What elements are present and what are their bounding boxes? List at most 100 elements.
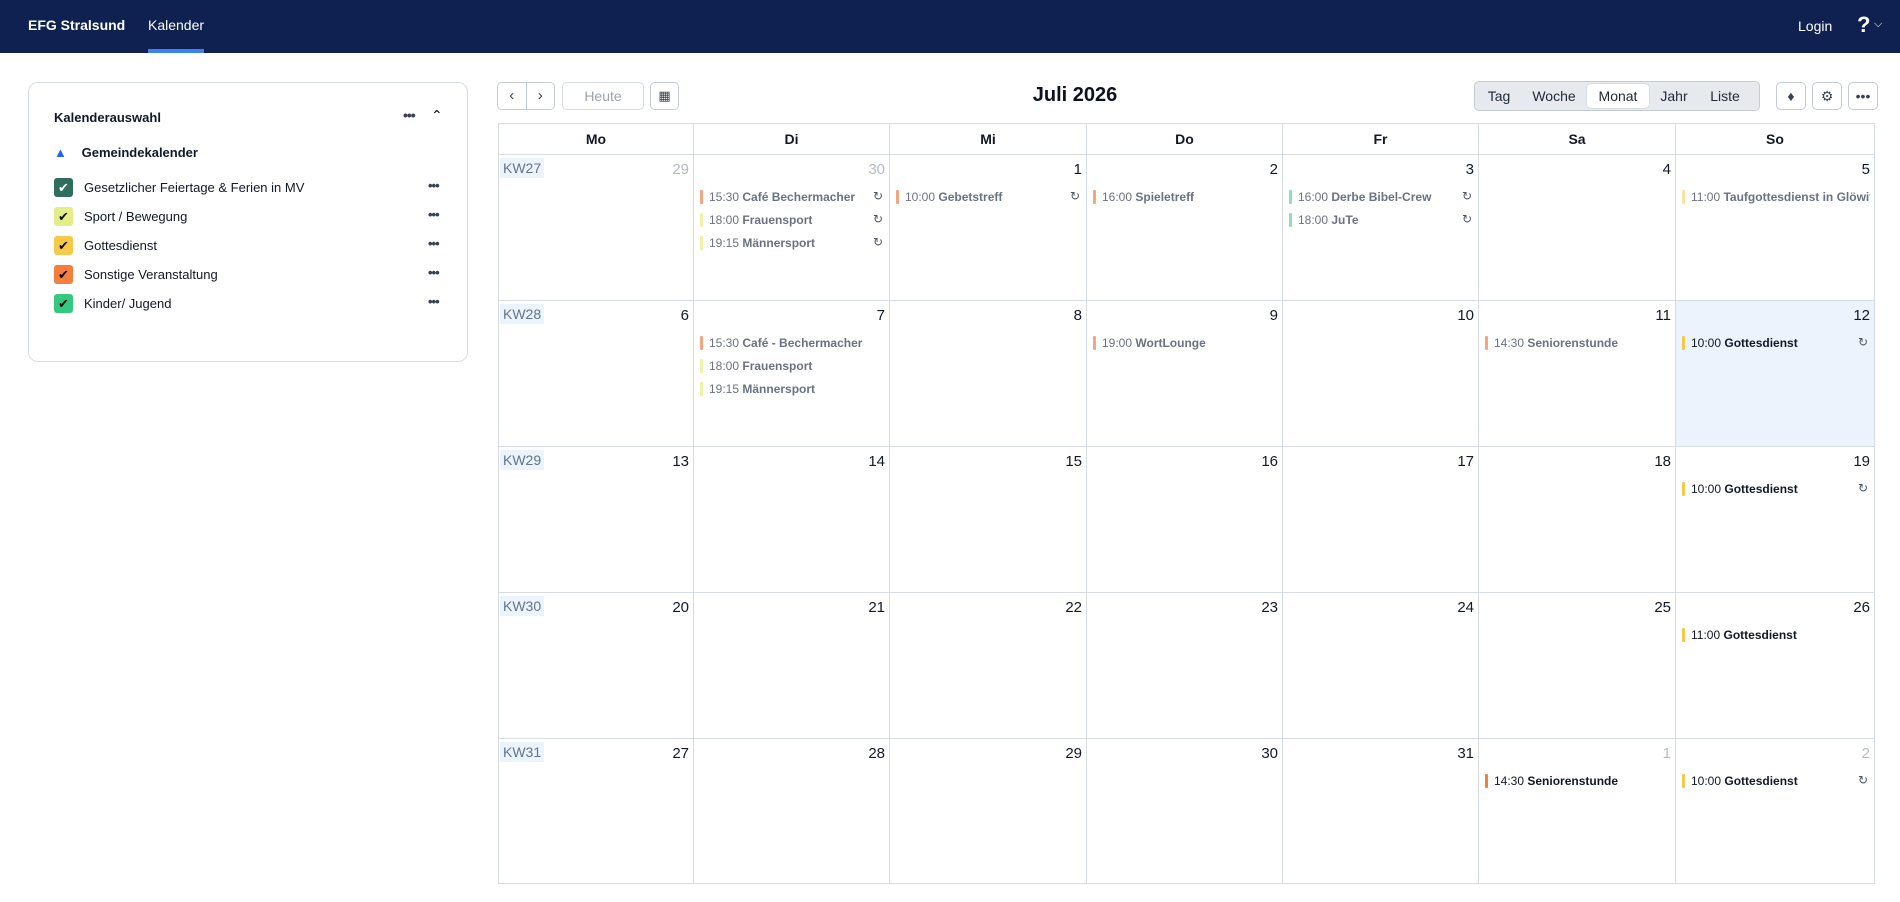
day-number[interactable]: 2 (1270, 161, 1278, 178)
day-number[interactable]: 1 (1074, 161, 1082, 178)
day-number[interactable]: 9 (1270, 307, 1278, 324)
day-cell[interactable]: 11 14:30 Seniorenstunde (1479, 300, 1676, 446)
day-cell[interactable]: 30 15:30 Café Bechermacher ↻ 18:00 Frauensp… (694, 154, 890, 300)
view-monat-button[interactable]: Monat (1587, 84, 1649, 108)
day-cell[interactable]: 19 10:00 Gottesdienst ↻ (1676, 446, 1875, 592)
calendar-more-icon[interactable]: ••• (428, 265, 440, 280)
day-cell[interactable]: 10 (1283, 300, 1479, 446)
day-number[interactable]: 1 (1663, 745, 1671, 762)
day-cell[interactable]: 16 (1087, 446, 1283, 592)
day-number[interactable]: 13 (672, 453, 689, 470)
calendar-event[interactable]: 15:30 Café Bechermacher ↻ (700, 188, 885, 207)
calendar-item[interactable]: ✔ Gesetzlicher Feiertage & Ferien in MV ••… (54, 177, 454, 199)
week-number[interactable]: KW28 (500, 304, 545, 324)
calendar-checkbox[interactable]: ✔ (54, 236, 73, 255)
day-cell[interactable]: 29 (890, 738, 1087, 884)
day-cell[interactable]: 30 (1087, 738, 1283, 884)
view-jahr-button[interactable]: Jahr (1649, 84, 1699, 108)
day-number[interactable]: 25 (1654, 599, 1671, 616)
day-cell[interactable]: 31 (1283, 738, 1479, 884)
today-button[interactable]: Heute (562, 82, 644, 110)
day-number[interactable]: 20 (672, 599, 689, 616)
prev-month-button[interactable]: ‹ (498, 83, 526, 109)
calendar-event[interactable]: 19:15 Männersport (700, 380, 885, 399)
day-cell[interactable]: 24 (1283, 592, 1479, 738)
day-number[interactable]: 18 (1654, 453, 1671, 470)
login-link[interactable]: Login (1798, 18, 1832, 34)
day-number[interactable]: 27 (672, 745, 689, 762)
day-cell[interactable]: 14 (694, 446, 890, 592)
day-cell[interactable]: 1 10:00 Gebetstreff ↻ (890, 154, 1087, 300)
calendar-event[interactable]: 11:00 Taufgottesdienst in Glöwitz (1682, 188, 1870, 207)
day-cell[interactable]: 17 (1283, 446, 1479, 592)
calendar-item[interactable]: ✔ Gottesdienst ••• (54, 235, 454, 257)
day-cell[interactable]: 4 (1479, 154, 1676, 300)
day-number[interactable]: 19 (1853, 453, 1870, 470)
tags-button[interactable]: ♦ (1776, 82, 1806, 110)
more-options-button[interactable]: ••• (1848, 82, 1878, 110)
day-number[interactable]: 26 (1853, 599, 1870, 616)
day-number[interactable]: 16 (1261, 453, 1278, 470)
calendar-event[interactable]: 18:00 JuTe ↻ (1289, 211, 1474, 230)
view-tag-button[interactable]: Tag (1477, 84, 1521, 108)
day-number[interactable]: 28 (868, 745, 885, 762)
calendar-event[interactable]: 19:15 Männersport ↻ (700, 234, 885, 253)
day-cell[interactable]: 18 (1479, 446, 1676, 592)
day-cell[interactable]: 3 16:00 Derbe Bibel-Crew ↻ 18:00 JuTe ↻ (1283, 154, 1479, 300)
day-cell[interactable]: KW28 6 (498, 300, 694, 446)
calendar-checkbox[interactable]: ✔ (54, 265, 73, 284)
day-number[interactable]: 3 (1466, 161, 1474, 178)
day-cell[interactable]: 22 (890, 592, 1087, 738)
day-number[interactable]: 15 (1065, 453, 1082, 470)
day-number[interactable]: 8 (1074, 307, 1082, 324)
day-cell[interactable]: 21 (694, 592, 890, 738)
week-number[interactable]: KW29 (500, 450, 545, 470)
day-cell[interactable]: KW30 20 (498, 592, 694, 738)
settings-button[interactable]: ⚙ (1812, 82, 1842, 110)
day-cell[interactable]: KW29 13 (498, 446, 694, 592)
help-icon[interactable]: ? (1857, 12, 1870, 38)
calendar-event[interactable]: 16:00 Derbe Bibel-Crew ↻ (1289, 188, 1474, 207)
day-cell[interactable]: 26 11:00 Gottesdienst (1676, 592, 1875, 738)
day-cell[interactable]: 12 10:00 Gottesdienst ↻ (1676, 300, 1875, 446)
day-cell[interactable]: 1 14:30 Seniorenstunde (1479, 738, 1676, 884)
calendar-event[interactable]: 19:00 WortLounge (1093, 334, 1278, 353)
collapse-chevron-icon[interactable]: ⌃ (431, 107, 443, 124)
day-number[interactable]: 29 (1065, 745, 1082, 762)
calendar-item[interactable]: ✔ Sport / Bewegung ••• (54, 206, 454, 228)
next-month-button[interactable]: › (525, 83, 555, 109)
calendar-event[interactable]: 10:00 Gebetstreff ↻ (896, 188, 1082, 207)
calendar-event[interactable]: 10:00 Gottesdienst ↻ (1682, 334, 1870, 353)
day-cell[interactable]: KW27 29 (498, 154, 694, 300)
day-number[interactable]: 17 (1457, 453, 1474, 470)
calendar-event[interactable]: 14:30 Seniorenstunde (1485, 772, 1671, 791)
day-cell[interactable]: 5 11:00 Taufgottesdienst in Glöwitz (1676, 154, 1875, 300)
day-cell[interactable]: 8 (890, 300, 1087, 446)
day-number[interactable]: 24 (1457, 599, 1474, 616)
brand-link[interactable]: EFG Stralsund (28, 17, 125, 33)
calendar-event[interactable]: 10:00 Gottesdienst ↻ (1682, 772, 1870, 791)
day-cell[interactable]: 9 19:00 WortLounge (1087, 300, 1283, 446)
week-number[interactable]: KW30 (500, 596, 545, 616)
calendar-event[interactable]: 16:00 Spieletreff (1093, 188, 1278, 207)
calendar-more-icon[interactable]: ••• (428, 178, 440, 193)
calendar-event[interactable]: 10:00 Gottesdienst ↻ (1682, 480, 1870, 499)
day-number[interactable]: 29 (672, 161, 689, 178)
day-number[interactable]: 6 (681, 307, 689, 324)
calendar-more-icon[interactable]: ••• (428, 207, 440, 222)
day-cell[interactable]: 15 (890, 446, 1087, 592)
calendar-more-icon[interactable]: ••• (428, 294, 440, 309)
view-liste-button[interactable]: Liste (1699, 84, 1751, 108)
day-number[interactable]: 12 (1853, 307, 1870, 324)
view-woche-button[interactable]: Woche (1521, 84, 1587, 108)
day-cell[interactable]: KW31 27 (498, 738, 694, 884)
day-cell[interactable]: 23 (1087, 592, 1283, 738)
day-number[interactable]: 11 (1655, 307, 1671, 324)
calendar-event[interactable]: 14:30 Seniorenstunde (1485, 334, 1671, 353)
calendar-checkbox[interactable]: ✔ (54, 207, 73, 226)
calendar-event[interactable]: 15:30 Café - Bechermacher (700, 334, 885, 353)
chevron-down-icon[interactable]: ⌵ (1874, 18, 1882, 31)
day-number[interactable]: 30 (1261, 745, 1278, 762)
calendar-item[interactable]: ✔ Kinder/ Jugend ••• (54, 293, 454, 315)
day-cell[interactable]: 28 (694, 738, 890, 884)
